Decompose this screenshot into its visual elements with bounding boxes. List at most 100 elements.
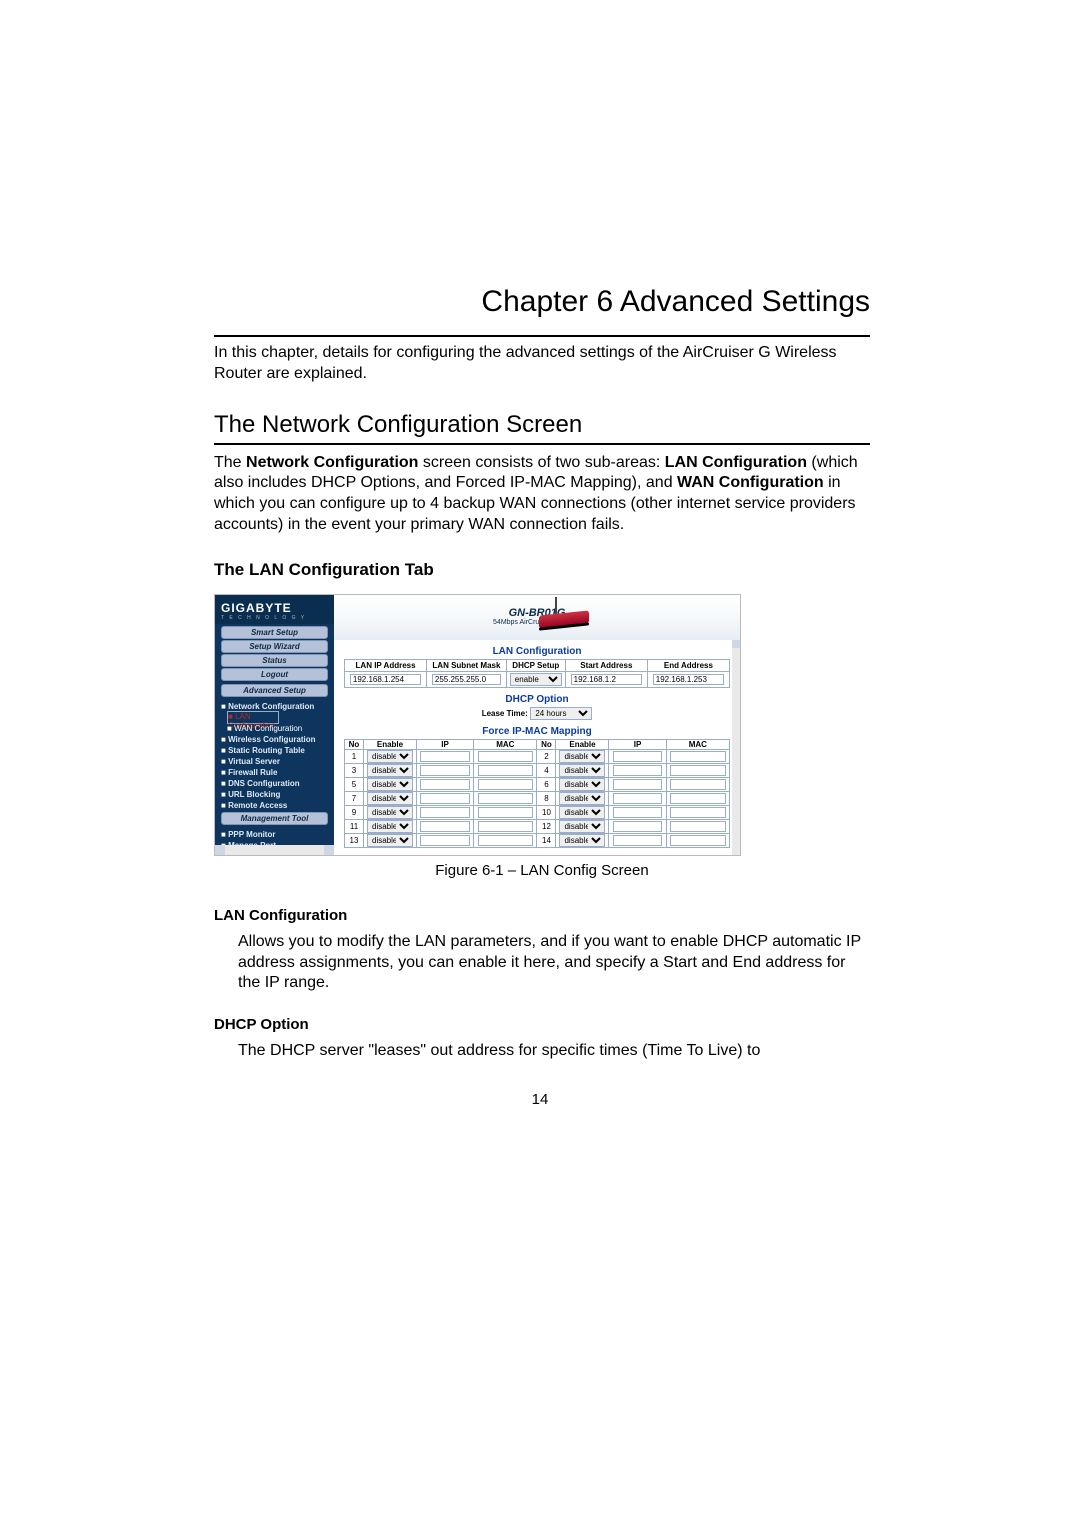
map-ip-input[interactable]: [420, 793, 470, 804]
map-no: 10: [537, 805, 556, 819]
map-ip-input[interactable]: [420, 751, 470, 762]
map-enable-select[interactable]: disable: [367, 792, 413, 805]
map-mac-input[interactable]: [670, 807, 725, 818]
map-no: 7: [345, 791, 364, 805]
map-enable-select[interactable]: disable: [559, 764, 605, 777]
nav-management-tool[interactable]: Management Tool: [221, 812, 328, 825]
map-ip-input[interactable]: [613, 807, 663, 818]
router-header: GN-BR01G54Mbps AirCruiser G Router: [334, 595, 740, 640]
def-lan-config-heading: LAN Configuration: [214, 907, 870, 924]
content-v-scrollbar[interactable]: [732, 640, 740, 855]
lease-time-label: Lease Time:: [482, 709, 528, 718]
map-ip-input[interactable]: [613, 751, 663, 762]
nav-url-blocking[interactable]: ■ URL Blocking: [221, 790, 328, 799]
nav-wan-config[interactable]: ■ WAN Configuration: [227, 724, 328, 734]
nav-virtual-server[interactable]: ■ Virtual Server: [221, 757, 328, 766]
end-address-input[interactable]: [653, 674, 724, 685]
map-mac-input[interactable]: [478, 835, 533, 846]
map-enable-select[interactable]: disable: [367, 778, 413, 791]
map-mac-input[interactable]: [478, 765, 533, 776]
dhcp-setup-select[interactable]: enable: [510, 673, 562, 686]
map-enable-select[interactable]: disable: [559, 792, 605, 805]
nav-network-config[interactable]: ■ Network Configuration: [221, 702, 328, 711]
map-mac-input[interactable]: [478, 751, 533, 762]
map-ip-input[interactable]: [613, 765, 663, 776]
dhcp-option-title: DHCP Option: [344, 694, 730, 705]
nav-logout[interactable]: Logout: [221, 668, 328, 681]
nav-static-routing[interactable]: ■ Static Routing Table: [221, 746, 328, 755]
def-lan-config-text: Allows you to modify the LAN parameters,…: [238, 932, 870, 994]
map-mac-input[interactable]: [478, 821, 533, 832]
map-ip-input[interactable]: [420, 835, 470, 846]
def-dhcp-option-text: The DHCP server "leases" out address for…: [238, 1041, 870, 1062]
router-content: LAN Configuration LAN IP Address LAN Sub…: [334, 640, 740, 855]
map-enable-select[interactable]: disable: [367, 820, 413, 833]
nav-wireless-config[interactable]: ■ Wireless Configuration: [221, 735, 328, 744]
section-title: The Network Configuration Screen: [214, 411, 870, 439]
nav-tree: ■ Network Configuration ■ LAN Configurat…: [215, 698, 334, 811]
map-no: 11: [345, 819, 364, 833]
nav-advanced-setup[interactable]: Advanced Setup: [221, 684, 328, 697]
nav-dns-config[interactable]: ■ DNS Configuration: [221, 779, 328, 788]
map-no: 5: [345, 777, 364, 791]
col-lan-mask: LAN Subnet Mask: [427, 659, 507, 671]
force-ip-mac-title: Force IP-MAC Mapping: [344, 726, 730, 737]
map-ip-input[interactable]: [420, 821, 470, 832]
map-enable-select[interactable]: disable: [367, 806, 413, 819]
map-mac-input[interactable]: [670, 821, 725, 832]
map-ip-input[interactable]: [613, 835, 663, 846]
map-enable-select[interactable]: disable: [367, 834, 413, 847]
col-lan-ip: LAN IP Address: [345, 659, 427, 671]
subsection-title: The LAN Configuration Tab: [214, 560, 870, 580]
map-no: 1: [345, 749, 364, 763]
lan-mask-input[interactable]: [432, 674, 501, 685]
start-address-input[interactable]: [571, 674, 642, 685]
col-start-address: Start Address: [565, 659, 647, 671]
lease-time-select[interactable]: 24 hours: [530, 707, 592, 720]
map-no: 8: [537, 791, 556, 805]
map-mac-input[interactable]: [670, 793, 725, 804]
map-enable-select[interactable]: disable: [559, 806, 605, 819]
nav-lan-config[interactable]: ■ LAN Configuration: [227, 711, 279, 724]
map-ip-input[interactable]: [420, 807, 470, 818]
map-enable-select[interactable]: disable: [367, 750, 413, 763]
sidebar-h-scrollbar[interactable]: [215, 845, 334, 855]
chapter-rule: [214, 335, 870, 337]
map-ip-input[interactable]: [420, 779, 470, 790]
figure-caption: Figure 6-1 – LAN Config Screen: [214, 862, 870, 879]
map-mac-input[interactable]: [670, 835, 725, 846]
map-ip-input[interactable]: [420, 765, 470, 776]
map-ip-input[interactable]: [613, 779, 663, 790]
router-sidebar: GIGABYTE T E C H N O L O G Y Smart Setup…: [215, 595, 334, 855]
map-ip-input[interactable]: [613, 821, 663, 832]
map-no: 14: [537, 833, 556, 847]
map-enable-select[interactable]: disable: [559, 750, 605, 763]
map-enable-select[interactable]: disable: [559, 778, 605, 791]
nav-remote-access[interactable]: ■ Remote Access: [221, 801, 328, 810]
chapter-title: Chapter 6 Advanced Settings: [214, 285, 870, 319]
nav-smart-setup[interactable]: Smart Setup: [221, 626, 328, 639]
map-mac-input[interactable]: [478, 793, 533, 804]
nav-setup-wizard[interactable]: Setup Wizard: [221, 640, 328, 653]
map-mac-input[interactable]: [478, 807, 533, 818]
map-enable-select[interactable]: disable: [559, 834, 605, 847]
map-no: 3: [345, 763, 364, 777]
nav-ppp-monitor[interactable]: ■ PPP Monitor: [221, 830, 328, 839]
map-mac-input[interactable]: [670, 751, 725, 762]
nav-firewall-rule[interactable]: ■ Firewall Rule: [221, 768, 328, 777]
map-mac-input[interactable]: [670, 765, 725, 776]
map-ip-input[interactable]: [613, 793, 663, 804]
map-no: 12: [537, 819, 556, 833]
nav-status[interactable]: Status: [221, 654, 328, 667]
map-no: 9: [345, 805, 364, 819]
lan-config-table: LAN IP Address LAN Subnet Mask DHCP Setu…: [344, 659, 730, 688]
map-enable-select[interactable]: disable: [559, 820, 605, 833]
col-end-address: End Address: [647, 659, 729, 671]
brand-sub: T E C H N O L O G Y: [221, 615, 328, 621]
map-mac-input[interactable]: [670, 779, 725, 790]
map-no: 13: [345, 833, 364, 847]
map-enable-select[interactable]: disable: [367, 764, 413, 777]
lan-ip-input[interactable]: [350, 674, 421, 685]
map-mac-input[interactable]: [478, 779, 533, 790]
lan-config-title: LAN Configuration: [344, 646, 730, 657]
